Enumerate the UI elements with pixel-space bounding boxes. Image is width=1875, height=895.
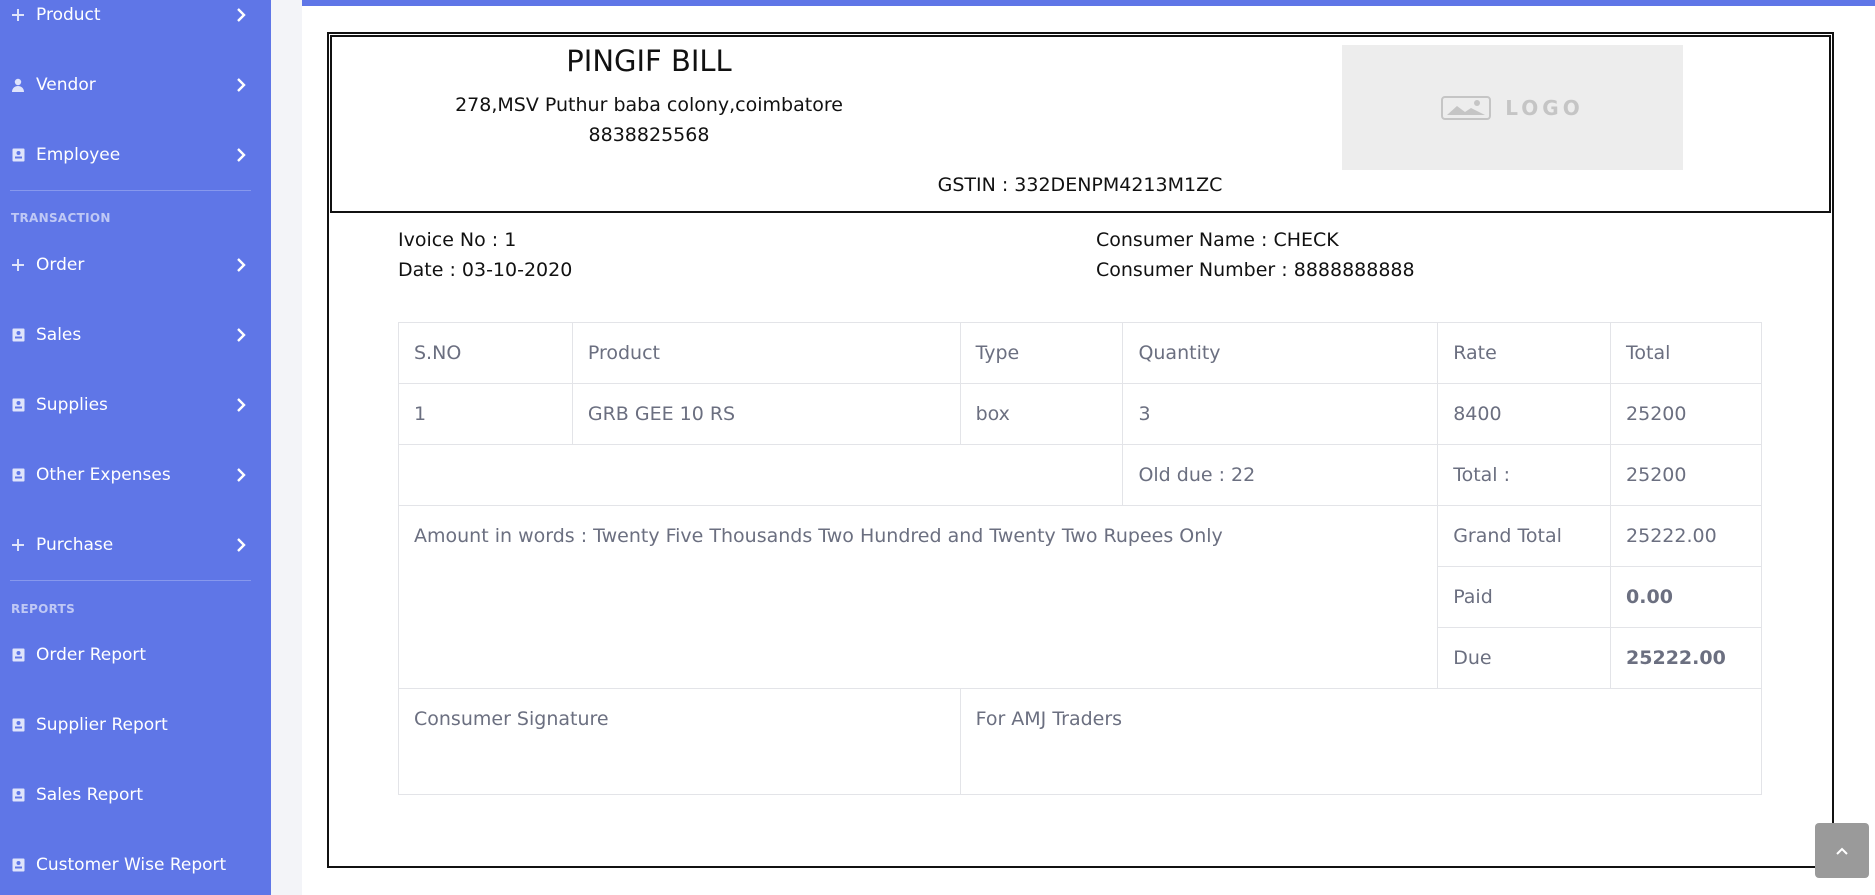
- totals-row: Old due : 22 Total : 25200: [397, 444, 1762, 506]
- sidebar-item-order-report[interactable]: Order Report: [0, 635, 271, 675]
- contact-card-icon: [10, 787, 26, 803]
- sidebar-item-customer-wise-report[interactable]: Customer Wise Report: [0, 845, 271, 885]
- plus-icon: [10, 257, 26, 273]
- consumer-number: Consumer Number : 8888888888: [1096, 259, 1415, 281]
- paid-value: 0.00: [1610, 566, 1762, 628]
- cell-total: 25200: [1610, 383, 1762, 445]
- contact-card-icon: [10, 467, 26, 483]
- due-label: Due: [1437, 627, 1612, 689]
- chevron-right-icon: [236, 537, 248, 553]
- sidebar-item-supplies[interactable]: Supplies: [0, 385, 271, 425]
- invoice-number: Ivoice No : 1: [398, 229, 517, 251]
- empty-cell: [397, 444, 1124, 506]
- top-accent-bar: [302, 0, 1875, 6]
- contact-card-icon: [10, 327, 26, 343]
- grand-total-value: 25222.00: [1610, 505, 1762, 567]
- old-due: Old due : 22: [1122, 444, 1439, 506]
- sidebar-item-sales-report[interactable]: Sales Report: [0, 775, 271, 815]
- cell-quantity: 3: [1122, 383, 1439, 445]
- scroll-to-top-button[interactable]: [1815, 823, 1869, 878]
- sidebar-item-vendor[interactable]: Vendor: [0, 65, 271, 105]
- sidebar-item-label: Purchase: [36, 535, 114, 555]
- total-value: 25200: [1610, 444, 1762, 506]
- amount-in-words: Amount in words : Twenty Five Thousands …: [397, 505, 1439, 689]
- sidebar: Product Vendor Employee TRANSACTION Orde…: [0, 0, 271, 895]
- chevron-right-icon: [236, 257, 248, 273]
- total-label: Total :: [1437, 444, 1612, 506]
- sidebar-item-label: Order Report: [36, 645, 147, 665]
- chevron-right-icon: [236, 77, 248, 93]
- chevron-right-icon: [236, 7, 248, 23]
- sidebar-item-supplier-report[interactable]: Supplier Report: [0, 705, 271, 745]
- plus-icon: [10, 537, 26, 553]
- chevron-up-icon: [1835, 846, 1849, 856]
- sidebar-item-label: Sales Report: [36, 785, 144, 805]
- table-row: 1 GRB GEE 10 RS box 3 8400 25200: [398, 383, 1762, 445]
- chevron-right-icon: [236, 147, 248, 163]
- cell-rate: 8400: [1437, 383, 1612, 445]
- consumer-name: Consumer Name : CHECK: [1096, 229, 1339, 251]
- section-title-transaction: TRANSACTION: [11, 211, 111, 225]
- cell-sno: 1: [398, 383, 573, 445]
- sidebar-item-label: Vendor: [36, 75, 96, 95]
- company-address: 278,MSV Puthur baba colony,coimbatore: [455, 94, 843, 116]
- contact-card-icon: [10, 147, 26, 163]
- chevron-right-icon: [236, 467, 248, 483]
- chevron-right-icon: [236, 397, 248, 413]
- table-header-row: S.NO Product Type Quantity Rate Total: [398, 322, 1762, 384]
- gstin: GSTIN : 332DENPM4213M1ZC: [937, 174, 1223, 196]
- sidebar-item-purchase[interactable]: Purchase: [0, 525, 271, 565]
- sidebar-item-product[interactable]: Product: [0, 0, 271, 35]
- sidebar-item-label: Other Expenses: [36, 465, 171, 485]
- sidebar-item-label: Order: [36, 255, 85, 275]
- column-header: Product: [571, 322, 961, 384]
- grand-total-row: Amount in words : Twenty Five Thousands …: [397, 505, 1762, 689]
- contact-card-icon: [10, 397, 26, 413]
- consumer-signature: Consumer Signature: [398, 688, 961, 795]
- column-header: Rate: [1437, 322, 1612, 384]
- image-icon: [1441, 95, 1492, 120]
- paid-label: Paid: [1437, 566, 1612, 628]
- sidebar-item-order[interactable]: Order: [0, 245, 271, 285]
- sidebar-item-sales[interactable]: Sales: [0, 315, 271, 355]
- signature-row: Consumer Signature For AMJ Traders: [398, 688, 1763, 795]
- chevron-right-icon: [236, 327, 248, 343]
- bill-table: S.NO Product Type Quantity Rate Total 1 …: [397, 322, 1763, 795]
- contact-card-icon: [10, 857, 26, 873]
- plus-icon: [10, 7, 26, 23]
- contact-card-icon: [10, 717, 26, 733]
- user-icon: [10, 77, 26, 93]
- sidebar-item-label: Sales: [36, 325, 82, 345]
- for-traders: For AMJ Traders: [959, 688, 1763, 795]
- sidebar-item-label: Employee: [36, 145, 121, 165]
- invoice-date: Date : 03-10-2020: [398, 259, 573, 281]
- section-title-reports: REPORTS: [11, 602, 76, 616]
- sidebar-item-employee[interactable]: Employee: [0, 135, 271, 175]
- company-name: PINGIF BILL: [566, 44, 732, 78]
- column-header: Total: [1610, 322, 1762, 384]
- sidebar-divider: [10, 190, 251, 191]
- sidebar-item-label: Supplier Report: [36, 715, 168, 735]
- sidebar-divider: [10, 580, 251, 581]
- sidebar-item-label: Customer Wise Report: [36, 855, 227, 875]
- logo-placeholder: LOGO: [1342, 45, 1683, 170]
- column-header: S.NO: [398, 322, 573, 384]
- cell-type: box: [959, 383, 1124, 445]
- sidebar-item-label: Product: [36, 5, 101, 25]
- cell-product: GRB GEE 10 RS: [571, 383, 961, 445]
- due-value: 25222.00: [1610, 627, 1762, 689]
- column-header: Quantity: [1122, 322, 1439, 384]
- logo-text: LOGO: [1505, 95, 1584, 120]
- sidebar-item-label: Supplies: [36, 395, 108, 415]
- grand-total-label: Grand Total: [1437, 505, 1612, 567]
- contact-card-icon: [10, 647, 26, 663]
- sidebar-item-other-expenses[interactable]: Other Expenses: [0, 455, 271, 495]
- company-phone: 8838825568: [588, 124, 710, 146]
- column-header: Type: [959, 322, 1124, 384]
